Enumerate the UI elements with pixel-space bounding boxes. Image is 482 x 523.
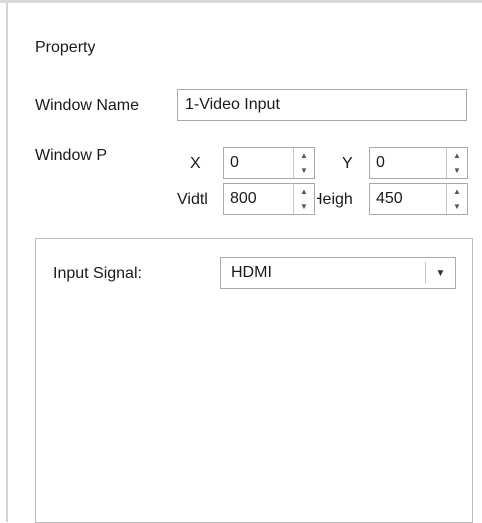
width-value: 800	[230, 190, 257, 207]
height-stepper-buttons: ▲ ▼	[446, 184, 467, 214]
width-label: Vidtl	[177, 191, 208, 208]
height-stepper[interactable]: 450 ▲ ▼	[369, 183, 468, 215]
height-value: 450	[376, 190, 403, 207]
x-stepper-buttons: ▲ ▼	[293, 148, 314, 178]
signal-panel: Input Signal: HDMI ▼	[35, 238, 473, 523]
width-stepper-buttons: ▲ ▼	[293, 184, 314, 214]
y-value: 0	[376, 154, 385, 171]
y-stepper[interactable]: 0 ▲ ▼	[369, 147, 468, 179]
height-label: Heigh	[317, 190, 369, 210]
top-border	[0, 0, 482, 3]
x-label: X	[190, 155, 201, 172]
x-stepper[interactable]: 0 ▲ ▼	[223, 147, 315, 179]
window-name-label: Window Name	[35, 97, 140, 114]
spin-up-icon[interactable]: ▲	[294, 184, 314, 199]
spin-down-icon[interactable]: ▼	[294, 163, 314, 178]
spin-down-icon[interactable]: ▼	[447, 199, 467, 214]
input-signal-value: HDMI	[231, 264, 272, 281]
input-signal-select[interactable]: HDMI ▼	[220, 257, 456, 289]
spin-up-icon[interactable]: ▲	[294, 148, 314, 163]
spin-down-icon[interactable]: ▼	[447, 163, 467, 178]
spin-up-icon[interactable]: ▲	[447, 184, 467, 199]
height-label-text: Heigh	[317, 191, 353, 208]
width-stepper[interactable]: 800 ▲ ▼	[223, 183, 315, 215]
left-border	[6, 3, 8, 522]
window-position-label: Window P	[35, 147, 108, 164]
spin-down-icon[interactable]: ▼	[294, 199, 314, 214]
x-value: 0	[230, 154, 239, 171]
y-stepper-buttons: ▲ ▼	[446, 148, 467, 178]
window-name-input[interactable]: 1-Video Input	[177, 89, 467, 121]
y-label: Y	[342, 155, 353, 172]
spin-up-icon[interactable]: ▲	[447, 148, 467, 163]
input-signal-label: Input Signal:	[53, 265, 142, 282]
chevron-down-icon[interactable]: ▼	[425, 262, 455, 284]
property-heading: Property	[35, 39, 96, 56]
